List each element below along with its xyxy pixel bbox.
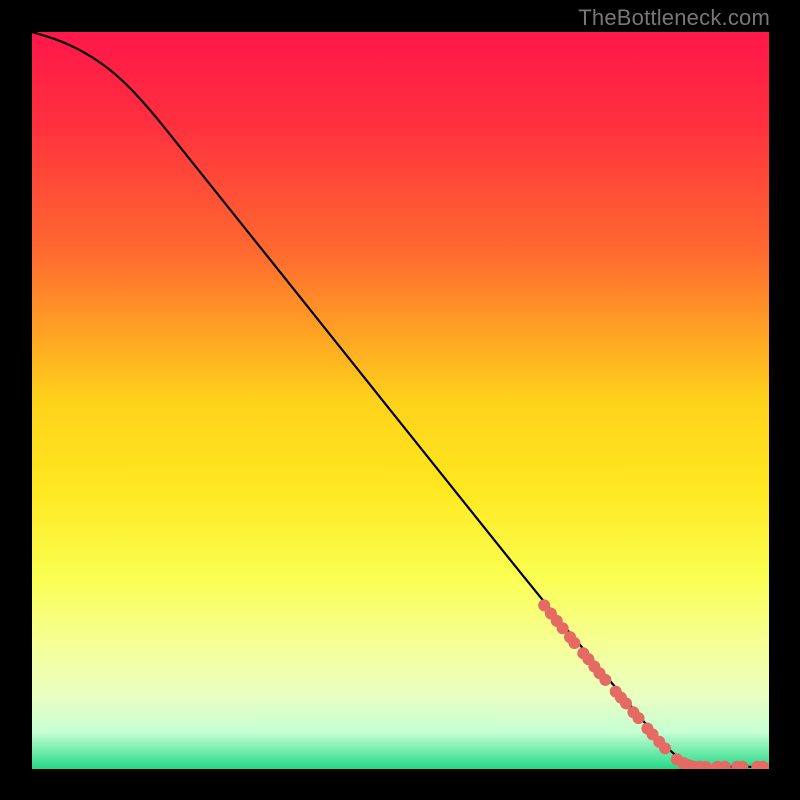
watermark-text: TheBottleneck.com xyxy=(578,5,770,31)
highlight-dot xyxy=(633,712,645,724)
highlight-dot xyxy=(568,637,580,649)
highlight-dot xyxy=(659,742,671,754)
chart-frame: TheBottleneck.com xyxy=(0,0,800,800)
chart-svg xyxy=(32,32,769,769)
plot-area xyxy=(32,32,769,769)
highlight-dot xyxy=(599,674,611,686)
gradient-background xyxy=(32,32,769,769)
